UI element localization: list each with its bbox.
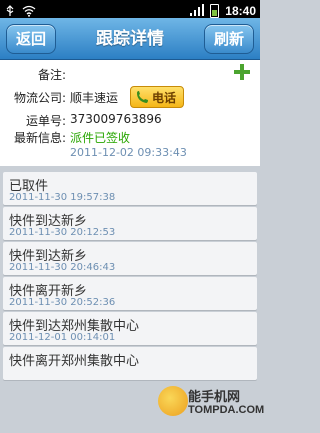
tracking-number-value: 373009763896 [70, 112, 162, 126]
tracking-number-row: 运单号: 373009763896 [0, 112, 260, 130]
event-status: 快件离开郑州集散中心 [9, 354, 140, 369]
event-time: 2011-11-30 20:46:43 [9, 262, 116, 273]
latest-info-row: 最新信息: 派件已签收 [0, 129, 260, 147]
event-time: 2011-11-30 19:57:38 [9, 192, 116, 203]
list-item[interactable]: 快件离开郑州集散中心 [3, 347, 257, 380]
list-item[interactable]: 快件到达郑州集散中心 2011-12-01 00:14:01 [3, 312, 257, 345]
watermark-text-bottom: TOMPDA.COM [188, 404, 265, 416]
event-time: 2011-11-30 20:52:36 [9, 297, 116, 308]
refresh-button[interactable]: 刷新 [204, 24, 254, 54]
add-note-icon[interactable] [234, 64, 250, 80]
site-watermark: 能手机网 TOMPDA.COM [158, 386, 264, 420]
status-bar: 18:40 [0, 0, 260, 18]
list-item[interactable]: 已取件 2011-11-30 19:57:38 [3, 172, 257, 205]
note-label: 备注: [37, 68, 66, 82]
company-value: 顺丰速运 [70, 91, 119, 105]
battery-icon [210, 3, 220, 18]
latest-info-time: 2011-12-02 09:33:43 [70, 146, 187, 159]
phone-icon [135, 90, 149, 104]
event-time: 2011-12-01 00:14:01 [9, 332, 116, 343]
call-phone-button[interactable]: 电话 [130, 86, 184, 108]
watermark-logo-icon [158, 386, 188, 416]
latest-info-label: 最新信息: [13, 131, 66, 145]
tracking-number-label: 运单号: [25, 114, 66, 128]
note-row: 备注: [0, 64, 260, 84]
call-phone-label: 电话 [152, 90, 177, 105]
list-item[interactable]: 快件离开新乡 2011-11-30 20:52:36 [3, 277, 257, 310]
back-button[interactable]: 返回 [6, 24, 56, 54]
status-time: 18:40 [225, 3, 256, 18]
company-label: 物流公司: [13, 91, 66, 105]
page-title: 跟踪详情 [96, 29, 164, 49]
watermark-text-top: 能手机网 [188, 390, 241, 405]
company-row: 物流公司: 顺丰速运 电话 [0, 86, 260, 108]
event-time: 2011-11-30 20:12:53 [9, 227, 116, 238]
shipment-info-panel: 备注: 物流公司: 顺丰速运 电话 运单号: 373009763896 最新信息… [0, 60, 260, 166]
latest-info-value: 派件已签收 [70, 131, 131, 145]
list-item[interactable]: 快件到达新乡 2011-11-30 20:12:53 [3, 207, 257, 240]
list-item[interactable]: 快件到达新乡 2011-11-30 20:46:43 [3, 242, 257, 275]
title-bar: 返回 跟踪详情 刷新 [0, 18, 260, 60]
